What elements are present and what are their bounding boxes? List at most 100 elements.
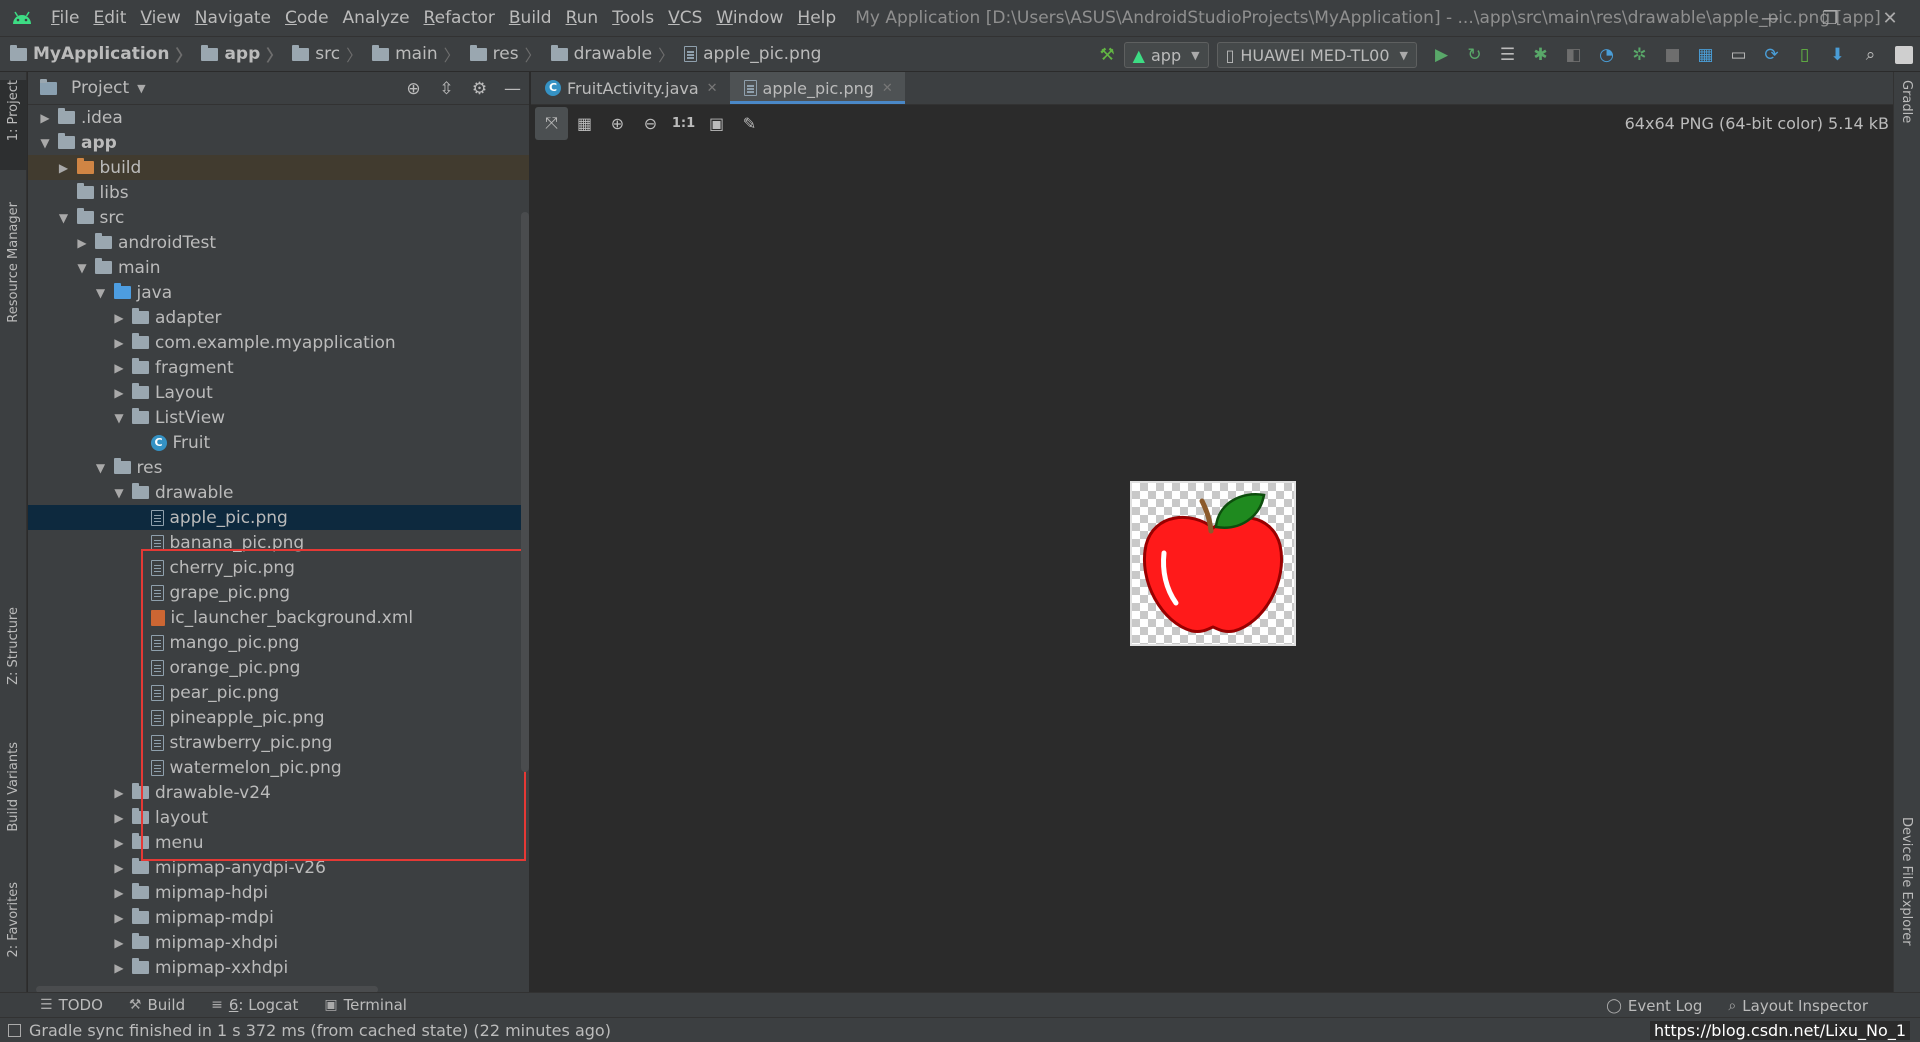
sdk-manager-icon[interactable]: ⬇	[1821, 37, 1854, 73]
collapsed-arrow-icon[interactable]: ▶	[110, 361, 128, 375]
gear-icon[interactable]: ⚙	[463, 72, 496, 105]
tree-item[interactable]: mango_pic.png	[28, 630, 529, 655]
expanded-arrow-icon[interactable]: ▼	[110, 411, 128, 425]
menu-run[interactable]: Run	[559, 0, 606, 36]
tree-item[interactable]: ▶ drawable-v24	[28, 780, 529, 805]
tree-item[interactable]: libs	[28, 180, 529, 205]
color-picker-icon[interactable]: ✎	[733, 107, 766, 140]
search-icon[interactable]: ⌕	[1854, 37, 1887, 73]
restore-button[interactable]: ❐	[1800, 0, 1860, 36]
tab-resource-manager[interactable]: Resource Manager	[0, 202, 27, 352]
sync-gradle-icon[interactable]: ⟳	[1755, 37, 1788, 73]
device-select[interactable]: ▯ HUAWEI MED-TL00 ▼	[1216, 42, 1417, 68]
run-coverage-icon[interactable]: ◧	[1557, 37, 1590, 73]
tree-item[interactable]: ▼ main	[28, 255, 529, 280]
project-structure-icon[interactable]: ▦	[1689, 37, 1722, 73]
tree-item[interactable]: ▶ mipmap-mdpi	[28, 905, 529, 930]
profile-icon[interactable]: ◔	[1590, 37, 1623, 73]
tree-item[interactable]: watermelon_pic.png	[28, 755, 529, 780]
collapsed-arrow-icon[interactable]: ▶	[110, 386, 128, 400]
breadcrumb-file[interactable]: apple_pic.png	[678, 44, 821, 64]
menu-file[interactable]: File	[44, 0, 86, 36]
tab-device-file-explorer[interactable]: Device File Explorer	[1893, 817, 1920, 997]
avd-manager-icon[interactable]: ▭	[1722, 37, 1755, 73]
menu-navigate[interactable]: Navigate	[188, 0, 278, 36]
tree-item[interactable]: apple_pic.png	[28, 505, 529, 530]
collapsed-arrow-icon[interactable]: ▶	[110, 311, 128, 325]
menu-edit[interactable]: Edit	[86, 0, 133, 36]
tab-favorites[interactable]: 2: Favorites	[0, 882, 27, 982]
tab-todo[interactable]: ☰ TODO	[40, 996, 103, 1014]
tree-item[interactable]: ▼ src	[28, 205, 529, 230]
menu-analyze[interactable]: Analyze	[336, 0, 417, 36]
tree-item[interactable]: orange_pic.png	[28, 655, 529, 680]
tab-terminal[interactable]: ▣ Terminal	[324, 996, 407, 1014]
image-preview[interactable]	[1130, 481, 1296, 646]
expanded-arrow-icon[interactable]: ▼	[55, 211, 73, 225]
tab-gradle[interactable]: Gradle	[1893, 80, 1920, 160]
tree-item[interactable]: ▼ drawable	[28, 480, 529, 505]
tab-structure[interactable]: Z: Structure	[0, 607, 27, 717]
stop-icon[interactable]: ■	[1656, 37, 1689, 73]
tree-item[interactable]: ▶ Layout	[28, 380, 529, 405]
tree-item[interactable]: ▼ ListView	[28, 405, 529, 430]
tab-event-log[interactable]: ◯ Event Log	[1606, 997, 1702, 1015]
menu-refactor[interactable]: Refactor	[417, 0, 502, 36]
menu-build[interactable]: Build	[502, 0, 559, 36]
collapsed-arrow-icon[interactable]: ▶	[36, 111, 54, 125]
collapse-all-icon[interactable]: ⇳	[430, 72, 463, 105]
zoom-in-icon[interactable]: ⊕	[601, 107, 634, 140]
tab-layout-inspector[interactable]: ⌕ Layout Inspector	[1728, 997, 1868, 1015]
tree-item[interactable]: ▶ com.example.myapplication	[28, 330, 529, 355]
tree-item[interactable]: ▼ java	[28, 280, 529, 305]
collapsed-arrow-icon[interactable]: ▶	[110, 936, 128, 950]
tree-item[interactable]: ▶ layout	[28, 805, 529, 830]
expanded-arrow-icon[interactable]: ▼	[36, 136, 54, 150]
apply-changes-icon[interactable]: ↻	[1458, 37, 1491, 73]
menu-code[interactable]: Code	[278, 0, 336, 36]
menu-vcs[interactable]: VCS	[661, 0, 709, 36]
expanded-arrow-icon[interactable]: ▼	[73, 261, 91, 275]
tree-item[interactable]: pear_pic.png	[28, 680, 529, 705]
run-config-select[interactable]: ▲ app ▼	[1123, 42, 1209, 68]
collapsed-arrow-icon[interactable]: ▶	[110, 886, 128, 900]
tab-logcat[interactable]: ≡ 6: Logcat	[211, 996, 298, 1014]
tree-item[interactable]: ▶ build	[28, 155, 529, 180]
tree-item[interactable]: strawberry_pic.png	[28, 730, 529, 755]
actual-size-icon[interactable]: 1:1	[667, 107, 700, 140]
avatar-icon[interactable]	[1887, 37, 1920, 73]
tab-apple-pic-png[interactable]: apple_pic.png ✕	[729, 72, 906, 104]
tree-item[interactable]: ▼ app	[28, 130, 529, 155]
tree-item[interactable]: ▶ androidTest	[28, 230, 529, 255]
tree-item[interactable]: ▶ mipmap-hdpi	[28, 880, 529, 905]
tree-item[interactable]: ▶ mipmap-xhdpi	[28, 930, 529, 955]
close-window-button[interactable]: ✕	[1860, 0, 1920, 36]
breadcrumb-drawable[interactable]: drawable 〉	[545, 42, 679, 66]
collapsed-arrow-icon[interactable]: ▶	[55, 161, 73, 175]
tree-item[interactable]: ic_launcher_background.xml	[28, 605, 529, 630]
apply-code-changes-icon[interactable]: ☰	[1491, 37, 1524, 73]
tree-item[interactable]: grape_pic.png	[28, 580, 529, 605]
expanded-arrow-icon[interactable]: ▼	[92, 286, 110, 300]
tree-item[interactable]: ▶ mipmap-xxhdpi	[28, 955, 529, 980]
status-toggle-icon[interactable]	[8, 1023, 21, 1037]
menu-window[interactable]: Window	[709, 0, 790, 36]
device-manager-icon[interactable]: ▯	[1788, 37, 1821, 73]
collapsed-arrow-icon[interactable]: ▶	[110, 811, 128, 825]
debug-icon[interactable]: ✱	[1524, 37, 1557, 73]
close-icon[interactable]: ✕	[882, 81, 893, 96]
tree-item[interactable]: ▼ res	[28, 455, 529, 480]
expanded-arrow-icon[interactable]: ▼	[110, 486, 128, 500]
tree-item[interactable]: ▶ .idea	[28, 105, 529, 130]
tab-build-variants[interactable]: Build Variants	[0, 742, 27, 852]
vertical-scrollbar[interactable]	[521, 212, 529, 772]
tree-item[interactable]: C Fruit	[28, 430, 529, 455]
zoom-to-fit-icon[interactable]: ⤧	[535, 106, 568, 140]
breadcrumb-project[interactable]: MyApplication 〉	[0, 42, 195, 66]
tree-item[interactable]: pineapple_pic.png	[28, 705, 529, 730]
attach-debugger-icon[interactable]: ✲	[1623, 37, 1656, 73]
menu-tools[interactable]: Tools	[605, 0, 661, 36]
collapsed-arrow-icon[interactable]: ▶	[110, 861, 128, 875]
collapsed-arrow-icon[interactable]: ▶	[110, 836, 128, 850]
menu-help[interactable]: Help	[790, 0, 843, 36]
